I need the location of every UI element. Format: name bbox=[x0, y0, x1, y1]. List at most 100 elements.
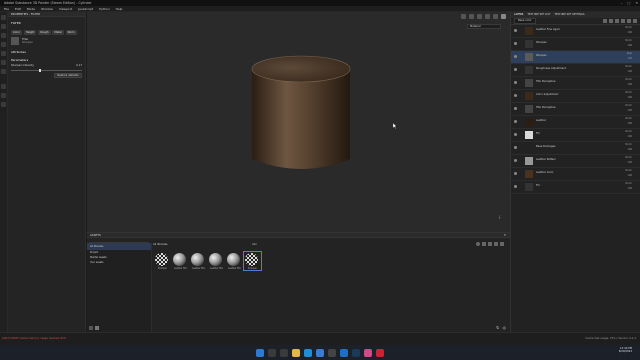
channel-rough[interactable]: Rough bbox=[38, 30, 51, 35]
filter-sphere-icon[interactable] bbox=[476, 242, 480, 246]
asset-item[interactable]: Sharpen bbox=[243, 251, 262, 271]
channel-height[interactable]: Height bbox=[23, 30, 37, 35]
layer-opacity[interactable]: 100 bbox=[627, 83, 632, 86]
layer-row[interactable]: Leather Fine Aged Norm 100 bbox=[511, 25, 640, 38]
clone-tool-icon[interactable] bbox=[1, 60, 6, 65]
visibility-eye-icon[interactable] bbox=[514, 29, 517, 32]
visibility-eye-icon[interactable] bbox=[514, 172, 517, 175]
add-layer-icon[interactable] bbox=[603, 19, 607, 23]
layer-row[interactable]: Leather Norm 100 bbox=[511, 116, 640, 129]
visibility-eye-icon[interactable] bbox=[514, 68, 517, 71]
layer-opacity[interactable]: 100 bbox=[627, 96, 632, 99]
delete-layer-icon[interactable] bbox=[633, 19, 637, 23]
asset-item[interactable]: Leather Mix bbox=[226, 252, 243, 270]
asset-item[interactable]: Leather Mix bbox=[172, 252, 189, 270]
filter-brush-icon[interactable] bbox=[494, 242, 498, 246]
export-icon[interactable] bbox=[1, 93, 6, 98]
layer-blend-mode[interactable]: Norm bbox=[625, 65, 632, 68]
layer-opacity[interactable]: 100 bbox=[627, 122, 632, 125]
status-warning[interactable]: [GPU] VRAM: Cache memory usage reached l… bbox=[2, 337, 66, 340]
breadcrumb[interactable]: All libraries bbox=[153, 242, 168, 247]
library-item[interactable]: All libraries bbox=[87, 243, 151, 250]
import-icon[interactable] bbox=[89, 326, 93, 330]
layer-blend-mode[interactable]: Norm bbox=[625, 26, 632, 29]
layer-row[interactable]: Fill Norm 100 bbox=[511, 129, 640, 142]
filter-texture-icon[interactable] bbox=[482, 242, 486, 246]
menu-mode[interactable]: Mode bbox=[27, 6, 35, 11]
brush-icon[interactable] bbox=[501, 13, 506, 19]
layer-blend-mode[interactable]: Repl bbox=[627, 52, 632, 55]
painter-taskbar-icon[interactable] bbox=[364, 348, 372, 357]
smudge-tool-icon[interactable] bbox=[1, 51, 6, 56]
panel-close-icon[interactable]: ✕ bbox=[504, 233, 506, 238]
slider-handle[interactable] bbox=[39, 69, 42, 72]
visibility-eye-icon[interactable] bbox=[514, 81, 517, 84]
zoom-icon[interactable]: ◎ bbox=[503, 325, 507, 330]
layer-blend-mode[interactable]: Norm bbox=[625, 78, 632, 81]
asset-query[interactable]: mix bbox=[252, 242, 257, 247]
layer-blend-mode[interactable]: Norm bbox=[625, 182, 632, 185]
layer-row[interactable]: Color adjustment Norm 100 bbox=[511, 90, 640, 103]
visibility-eye-icon[interactable] bbox=[514, 159, 517, 162]
layer-opacity[interactable]: 100 bbox=[627, 31, 632, 34]
refresh-icon[interactable]: ↻ bbox=[496, 325, 499, 330]
layer-row[interactable]: HSL Perceptive Norm 100 bbox=[511, 103, 640, 116]
visibility-eye-icon[interactable] bbox=[514, 42, 517, 45]
settings-icon[interactable] bbox=[1, 102, 6, 107]
layer-row[interactable]: Sharpen Repl 100 bbox=[511, 51, 640, 64]
channel-metal[interactable]: Metal bbox=[52, 30, 64, 35]
visibility-eye-icon[interactable] bbox=[514, 94, 517, 97]
param-value[interactable]: 0.17 bbox=[76, 64, 82, 67]
eraser-tool-icon[interactable] bbox=[1, 24, 6, 29]
menu-window[interactable]: Window bbox=[41, 6, 53, 11]
add-fill-icon[interactable] bbox=[609, 19, 613, 23]
restore-defaults-button[interactable]: Restore defaults bbox=[54, 73, 82, 78]
visibility-eye-icon[interactable] bbox=[514, 133, 517, 136]
layer-blend-mode[interactable]: Norm bbox=[625, 117, 632, 120]
layer-opacity[interactable]: 100 bbox=[627, 148, 632, 151]
display-icon[interactable] bbox=[485, 13, 490, 19]
asset-item[interactable]: Leather Mix bbox=[190, 252, 207, 270]
mail-taskbar-icon[interactable] bbox=[340, 348, 348, 357]
layer-row[interactable]: Leather Color Norm 100 bbox=[511, 168, 640, 181]
channel-select[interactable]: Base color bbox=[514, 18, 536, 24]
layer-blend-mode[interactable]: Norm bbox=[625, 104, 632, 107]
menu-file[interactable]: File bbox=[4, 6, 9, 11]
filter-picker[interactable]: Filter Sharpen bbox=[8, 36, 85, 46]
channel-normal[interactable]: Norm bbox=[65, 30, 77, 35]
start-taskbar-icon[interactable] bbox=[256, 348, 264, 357]
grid-icon[interactable] bbox=[469, 13, 474, 19]
projection-tool-icon[interactable] bbox=[1, 33, 6, 38]
picker-tool-icon[interactable] bbox=[1, 69, 6, 74]
filter-material-icon[interactable] bbox=[488, 242, 492, 246]
layer-opacity[interactable]: 100 bbox=[627, 135, 632, 138]
paint-tool-icon[interactable] bbox=[1, 15, 6, 20]
menu-javascript[interactable]: JavaScript bbox=[78, 6, 93, 11]
menu-edit[interactable]: Edit bbox=[15, 6, 21, 11]
layer-row[interactable]: Leather Pattern Norm 100 bbox=[511, 155, 640, 168]
layer-blend-mode[interactable]: Norm bbox=[625, 143, 632, 146]
asset-item[interactable]: Leather Mix bbox=[208, 252, 225, 270]
add-mask-icon[interactable] bbox=[615, 19, 619, 23]
menu-viewport[interactable]: Viewport bbox=[59, 6, 72, 11]
steam-taskbar-icon[interactable] bbox=[352, 348, 360, 357]
layer-opacity[interactable]: 100 bbox=[627, 70, 632, 73]
visibility-eye-icon[interactable] bbox=[514, 107, 517, 110]
menu-python[interactable]: Python bbox=[99, 6, 109, 11]
explorer-taskbar-icon[interactable] bbox=[292, 348, 300, 357]
layer-row[interactable]: Roughness Adjustment Norm 100 bbox=[511, 64, 640, 77]
viewport-info-icon[interactable]: ⅰ bbox=[499, 215, 503, 220]
clock[interactable]: 12:40 PM 8/29/2024 bbox=[619, 347, 632, 353]
layer-opacity[interactable]: 100 bbox=[627, 174, 632, 177]
attributes-section[interactable]: Attributes bbox=[8, 49, 85, 55]
tab-texture-set-settings[interactable]: TEXTURE SET SETTINGS bbox=[554, 12, 584, 18]
add-effect-icon[interactable] bbox=[621, 19, 625, 23]
filter-thumbnail[interactable] bbox=[11, 37, 19, 45]
channel-color[interactable]: Color bbox=[11, 30, 22, 35]
visibility-eye-icon[interactable] bbox=[514, 55, 517, 58]
visibility-eye-icon[interactable] bbox=[514, 120, 517, 123]
layer-blend-mode[interactable]: Norm bbox=[625, 156, 632, 159]
camera-icon[interactable] bbox=[461, 13, 466, 19]
layer-blend-mode[interactable]: Norm bbox=[625, 169, 632, 172]
edge-taskbar-icon[interactable] bbox=[304, 348, 312, 357]
